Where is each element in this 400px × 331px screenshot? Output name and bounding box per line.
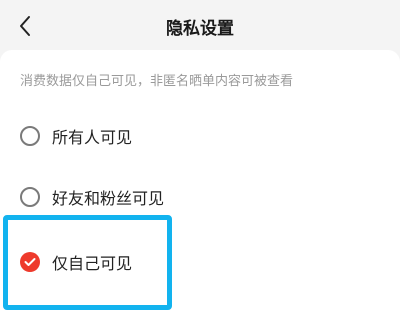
option-label: 所有人可见 [52, 128, 133, 147]
option-label: 仅自己可见 [52, 254, 133, 273]
checkmark-icon [24, 258, 36, 266]
radio-unchecked-icon[interactable] [20, 187, 40, 207]
option-label: 好友和粉丝可见 [52, 189, 165, 208]
top-bar: 隐私设置 [0, 0, 400, 50]
option-only-me[interactable]: 仅自己可见 [20, 242, 132, 282]
privacy-hint-text: 消费数据仅自己可见，非匿名晒单内容可被查看 [20, 74, 294, 89]
page-title: 隐私设置 [166, 19, 234, 39]
option-everyone[interactable]: 所有人可见 [20, 116, 132, 156]
radio-unchecked-icon[interactable] [20, 126, 40, 146]
radio-checked-icon[interactable] [20, 252, 40, 272]
option-friends-and-fans[interactable]: 好友和粉丝可见 [20, 177, 164, 217]
